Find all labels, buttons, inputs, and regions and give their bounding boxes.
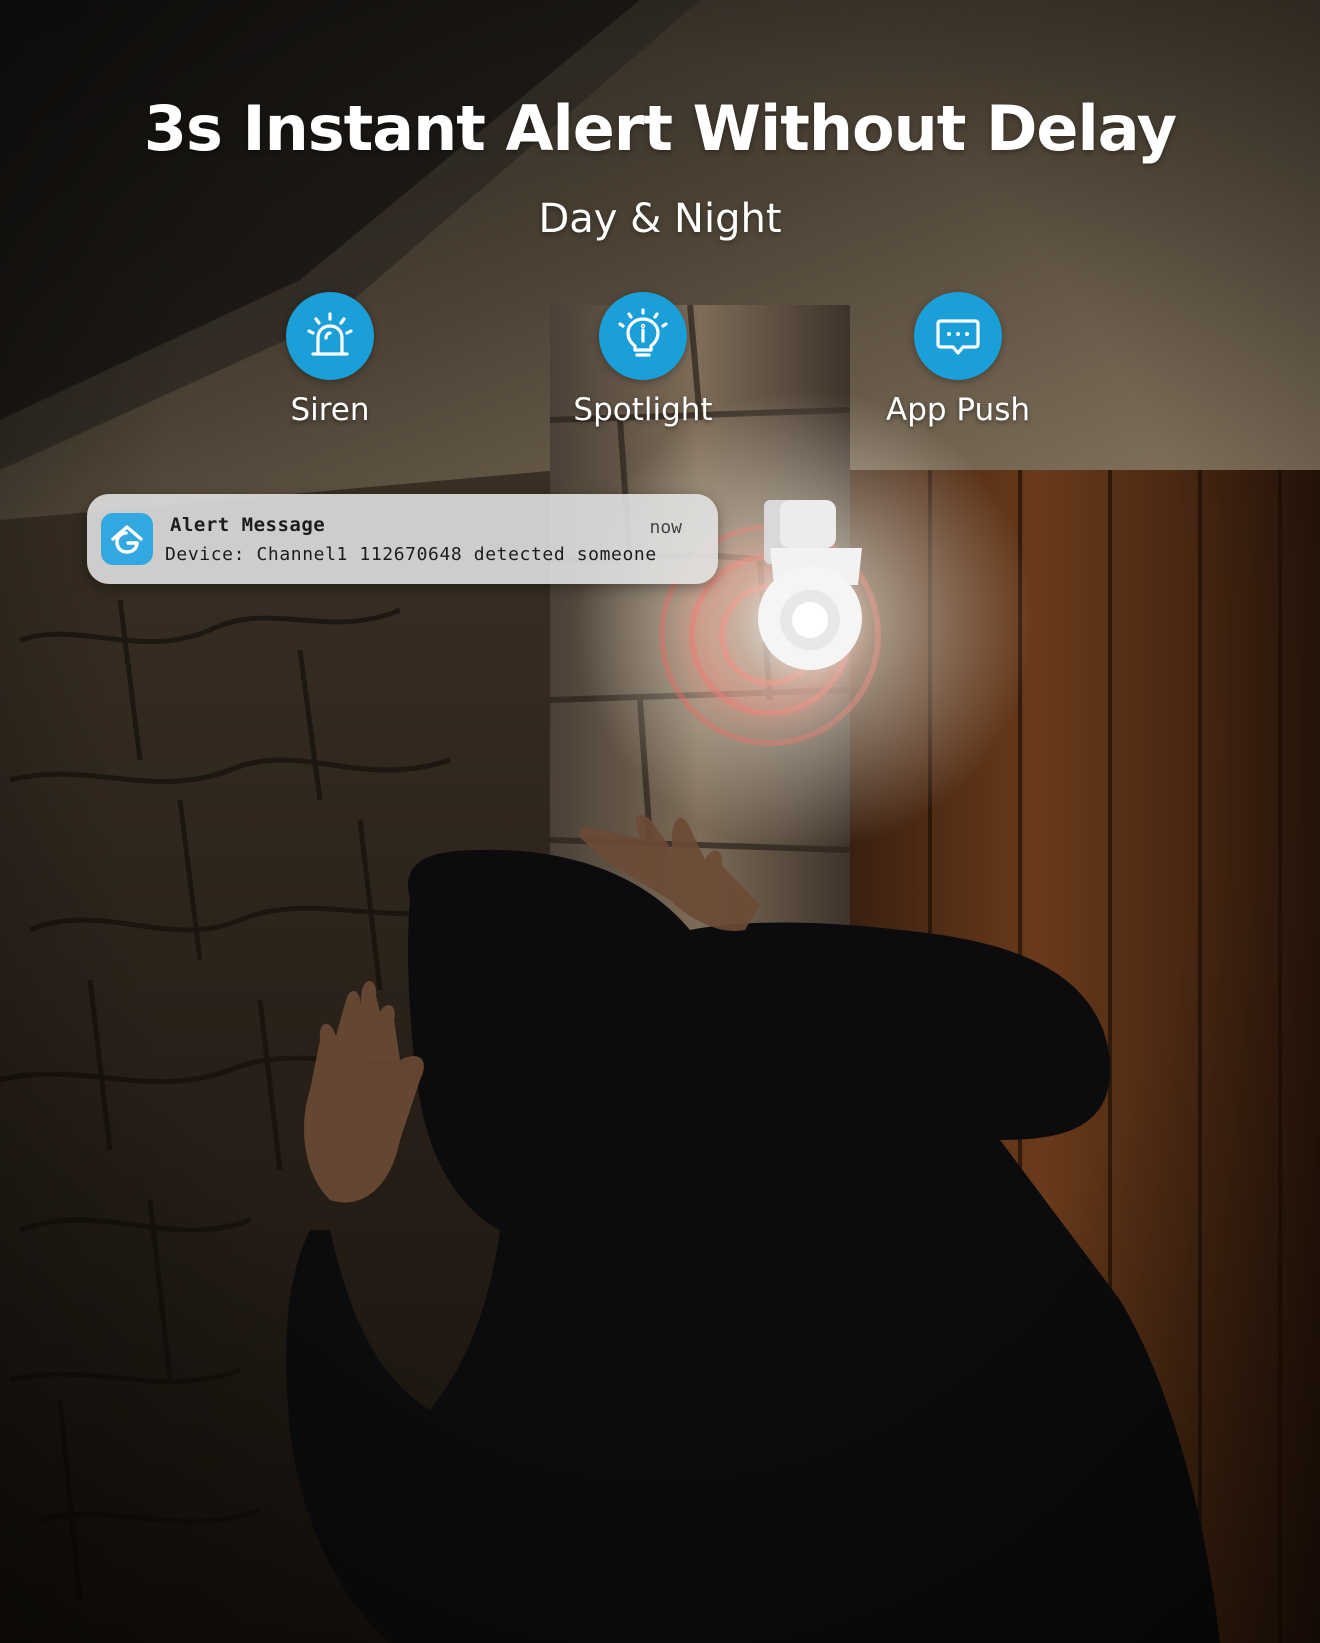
chat-bubble-icon <box>914 292 1002 380</box>
app-logo-icon <box>101 513 153 565</box>
headline-title: 3s Instant Alert Without Delay <box>143 92 1177 165</box>
notification-title: Alert Message <box>170 514 326 536</box>
notification-body: Device: Channel1 112670648 detected some… <box>165 544 657 565</box>
feature-app-push: App Push <box>828 292 1088 428</box>
feature-app-push-label: App Push <box>885 392 1030 428</box>
headline-subtitle: Day & Night <box>538 196 782 242</box>
feature-spotlight-label: Spotlight <box>573 392 713 428</box>
feature-siren-label: Siren <box>290 392 370 428</box>
scene-background <box>0 0 1320 1643</box>
feature-siren: Siren <box>200 292 460 428</box>
notification-time: now <box>649 517 682 538</box>
product-banner: 3s Instant Alert Without Delay Day & Nig… <box>0 0 1320 1643</box>
siren-icon <box>286 292 374 380</box>
alert-notification[interactable]: Alert Message now Device: Channel1 11267… <box>87 494 718 584</box>
lightbulb-icon <box>599 292 687 380</box>
feature-spotlight: Spotlight <box>513 292 773 428</box>
